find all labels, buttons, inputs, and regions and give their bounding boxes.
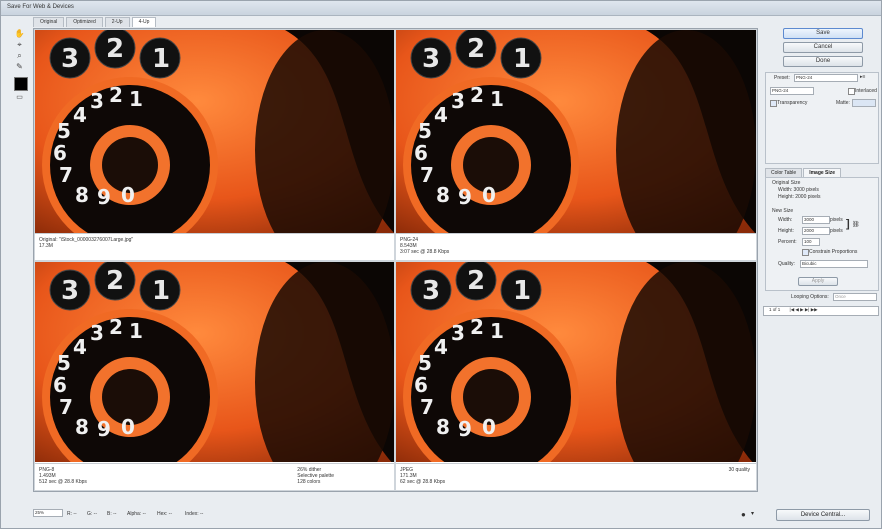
zoom-select[interactable]: 25%	[33, 509, 63, 517]
matte-label: Matte:	[836, 100, 850, 106]
status-b: B: --	[107, 511, 117, 517]
height-label: Height:	[778, 228, 794, 234]
percent-label: Percent:	[778, 239, 797, 245]
width-field[interactable]: 3000	[802, 216, 830, 224]
preview-pane-png24[interactable]: PNG-24 8.543M 3:07 sec @ 28.8 Kbps	[396, 30, 756, 260]
interlaced-checkbox[interactable]	[848, 88, 855, 95]
tab-image-size[interactable]: Image Size	[803, 168, 842, 177]
save-for-web-window: Save For Web & Devices Original Optimize…	[0, 0, 882, 529]
status-index: Index: --	[185, 511, 204, 517]
status-bar: 25% R: -- G: -- B: -- Alpha: -- Hex: -- …	[33, 509, 756, 521]
looping-options-label: Looping Options:	[791, 294, 829, 300]
toolbox: ✋ ⌖ ⌕ ✎ ▭	[11, 27, 29, 107]
save-button[interactable]: Save	[783, 28, 863, 39]
status-hex: Hex: --	[157, 511, 172, 517]
interlaced-label: Interlaced	[855, 88, 877, 94]
pane-quality-label: 30 quality	[728, 467, 750, 473]
chain-link-icon: ⛓	[852, 222, 860, 228]
browser-menu-icon[interactable]: ▾	[751, 510, 754, 517]
width-label: Width:	[778, 217, 793, 223]
pane-info: Original: "iStock_000003276007Large.jpg"…	[35, 233, 394, 260]
status-r: R: --	[67, 511, 77, 517]
window-title: Save For Web & Devices	[7, 4, 74, 10]
looping-select[interactable]: Once	[833, 293, 877, 301]
pane-download-time: 512 sec @ 28.8 Kbps	[39, 479, 87, 485]
tab-2up[interactable]: 2-Up	[104, 17, 130, 27]
pane-colors-label: 128 colors	[297, 479, 321, 485]
hand-tool-icon[interactable]: ✋	[14, 29, 25, 39]
constrain-proportions-label: Constrain Proportions	[809, 249, 858, 255]
format-select[interactable]: PNG-24	[770, 87, 814, 95]
image-size-panel: Original Size Width: 3000 pixels Height:…	[765, 177, 879, 291]
new-size-label: New Size	[772, 208, 794, 214]
preview-in-browser-icon[interactable]: ●	[741, 510, 746, 519]
quality-label: Quality:	[778, 261, 795, 267]
phone-dial-image	[35, 30, 394, 234]
animation-controls: 1 of 1 |◀ ◀ ▶ ▶| ▶▶	[763, 306, 879, 316]
tab-optimized[interactable]: Optimized	[66, 17, 103, 27]
done-button[interactable]: Done	[783, 56, 863, 67]
original-height-label: Height: 2000 pixels	[778, 194, 821, 200]
cancel-button[interactable]: Cancel	[783, 42, 863, 53]
height-unit: pixels	[830, 228, 843, 234]
matte-select[interactable]	[852, 99, 876, 107]
phone-dial-image	[396, 30, 756, 234]
pane-download-time: 3:07 sec @ 28.8 Kbps	[400, 249, 450, 255]
pane-size-label: 17.3M	[39, 243, 53, 249]
panel-subtabs: Color Table Image Size	[765, 168, 842, 177]
eyedropper-tool-icon[interactable]: ✎	[14, 62, 25, 72]
original-size-label: Original Size	[772, 180, 801, 186]
pane-download-time: 62 sec @ 28.8 Kbps	[400, 479, 446, 485]
optimize-settings: Preset: PNG-24 ▸≡ PNG-24 Interlaced Tran…	[765, 72, 879, 164]
percent-field[interactable]: 100	[802, 238, 820, 246]
transparency-checkbox[interactable]	[770, 100, 777, 107]
slice-select-tool-icon[interactable]: ⌖	[14, 40, 25, 50]
pane-info: JPEG 171.3M 62 sec @ 28.8 Kbps 30 quality	[396, 463, 756, 490]
preview-pane-original[interactable]: Original: "iStock_000003276007Large.jpg"…	[35, 30, 394, 260]
title-bar: Save For Web & Devices	[1, 1, 881, 16]
preset-label: Preset:	[774, 75, 790, 81]
width-unit: pixels	[830, 217, 843, 223]
tab-color-table[interactable]: Color Table	[765, 168, 803, 177]
phone-dial-image	[35, 262, 394, 462]
device-central-button[interactable]: Device Central...	[776, 509, 870, 521]
constrain-proportions-checkbox[interactable]	[802, 249, 809, 256]
toggle-slices-icon[interactable]: ▭	[14, 93, 25, 103]
pane-info: PNG-24 8.543M 3:07 sec @ 28.8 Kbps	[396, 233, 756, 260]
panel-menu-icon[interactable]: ▸≡	[860, 74, 865, 80]
animation-buttons-icon[interactable]: |◀ ◀ ▶ ▶| ▶▶	[790, 307, 818, 312]
tab-original[interactable]: Original	[33, 17, 65, 27]
apply-button[interactable]: Apply	[798, 277, 838, 286]
frame-counter: 1 of 1	[769, 307, 781, 312]
preview-canvas: Original: "iStock_000003276007Large.jpg"…	[33, 28, 758, 492]
preview-pane-png8[interactable]: PNG-8 1.493M 512 sec @ 28.8 Kbps 26% dithe…	[35, 262, 394, 490]
tab-4up[interactable]: 4-Up	[131, 17, 157, 27]
quality-select[interactable]: Bicubic	[800, 260, 868, 268]
pane-info: PNG-8 1.493M 512 sec @ 28.8 Kbps 26% dithe…	[35, 463, 394, 490]
preview-pane-jpeg[interactable]: JPEG 171.3M 62 sec @ 28.8 Kbps 30 quality	[396, 262, 756, 490]
pane-format-label: Original: "iStock_000003276007Large.jpg"	[39, 237, 134, 243]
link-bracket-icon: ]	[846, 218, 850, 230]
preset-select[interactable]: PNG-24	[794, 74, 858, 82]
eyedropper-color-swatch[interactable]	[14, 77, 28, 91]
original-width-label: Width: 3000 pixels	[778, 187, 819, 193]
transparency-label: Transparency	[777, 100, 808, 106]
status-g: G: --	[87, 511, 97, 517]
phone-dial-image	[396, 262, 756, 462]
zoom-tool-icon[interactable]: ⌕	[14, 51, 25, 61]
view-tabs: Original Optimized 2-Up 4-Up	[33, 17, 158, 27]
height-field[interactable]: 2000	[802, 227, 830, 235]
settings-panel: Save Cancel Done Preset: PNG-24 ▸≡ PNG-2…	[761, 28, 879, 498]
status-alpha: Alpha: --	[127, 511, 146, 517]
